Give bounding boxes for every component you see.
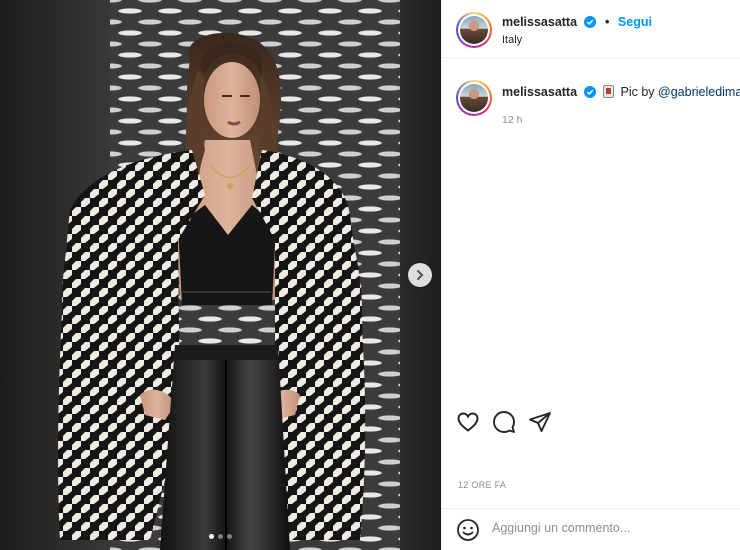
instagram-post: melissasatta • Segui Italy melissasatta <box>0 0 740 550</box>
heart-icon[interactable] <box>456 410 480 434</box>
carousel-dot <box>218 534 223 539</box>
action-bar <box>456 410 552 434</box>
next-slide-button[interactable] <box>408 263 432 287</box>
carousel-dot <box>209 534 214 539</box>
caption-text: melissasatta Pic by @gabrieledimart <box>502 85 740 99</box>
verified-badge-icon <box>583 86 596 98</box>
follow-button[interactable]: Segui <box>618 15 652 29</box>
comment-bar <box>442 508 740 550</box>
comment-input[interactable] <box>492 521 722 535</box>
model-figure <box>58 32 366 550</box>
carousel-dot <box>227 534 232 539</box>
post-sidebar: melissasatta • Segui Italy melissasatta <box>441 0 740 550</box>
header-user-line: melissasatta • Segui <box>502 15 652 29</box>
post-header: melissasatta • Segui Italy <box>442 0 740 58</box>
caption-time: 12 h <box>502 114 523 126</box>
separator-dot: • <box>605 15 610 29</box>
mention-link[interactable]: @gabrieledimart <box>658 85 740 99</box>
post-timestamp[interactable]: 12 ORE FA <box>458 480 506 490</box>
verified-badge-icon <box>583 16 596 28</box>
username-link[interactable]: melissasatta <box>502 15 577 29</box>
avatar[interactable] <box>456 80 492 116</box>
post-image[interactable] <box>0 0 441 550</box>
carousel-indicator <box>0 534 441 539</box>
chevron-right-icon <box>417 270 424 280</box>
caption-prefix: Pic by <box>620 85 659 99</box>
location-link[interactable]: Italy <box>502 34 522 46</box>
paper-plane-icon[interactable] <box>528 410 552 434</box>
caption-username-link[interactable]: melissasatta <box>502 85 577 99</box>
camera-emoji-icon <box>603 85 615 98</box>
avatar[interactable] <box>456 12 492 48</box>
comment-icon[interactable] <box>492 410 516 434</box>
smiley-icon[interactable] <box>456 518 480 542</box>
